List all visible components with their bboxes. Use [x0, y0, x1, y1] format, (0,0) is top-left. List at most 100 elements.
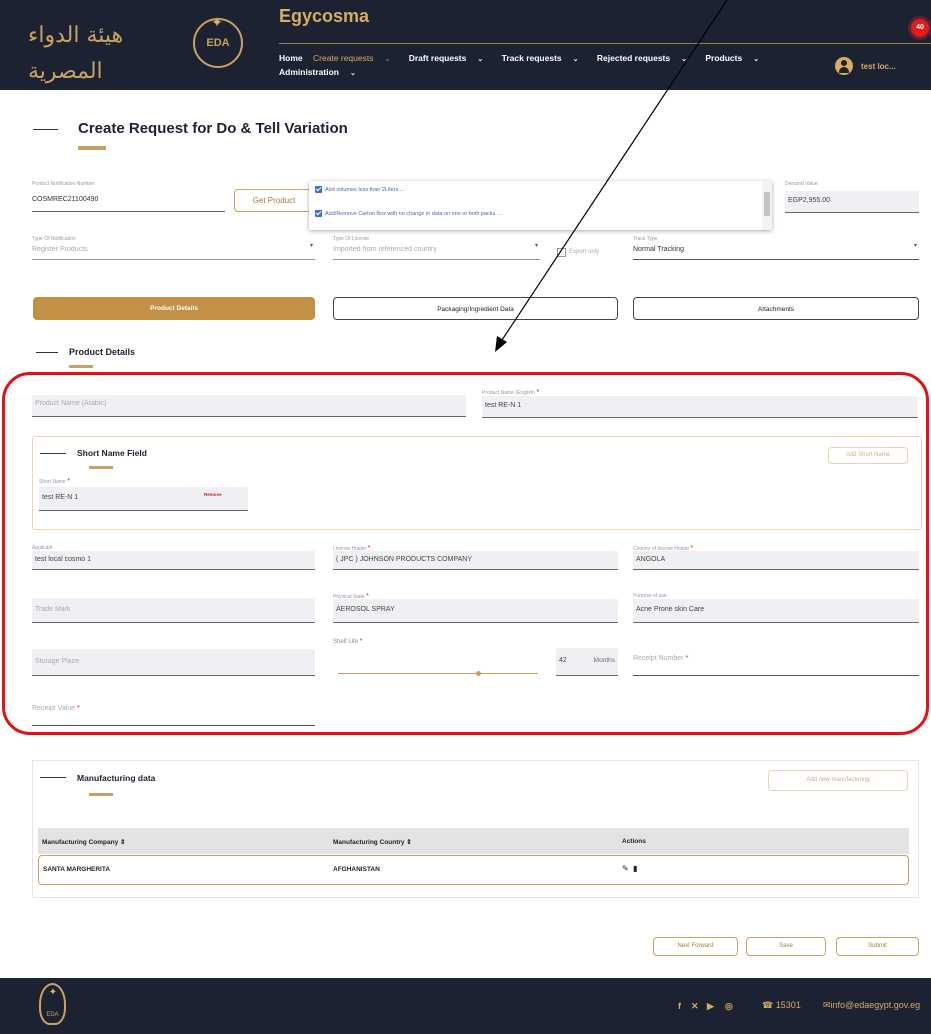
- instagram-icon[interactable]: ◎: [725, 1001, 733, 1012]
- receipt-number-field: Receipt Number *: [633, 652, 919, 676]
- notification-badge[interactable]: 40: [911, 19, 929, 37]
- page-title: Create Request for Do & Tell Variation: [78, 120, 348, 137]
- product-name-arabic-input[interactable]: Product Name (Arabic): [32, 395, 466, 417]
- storage-place-field: Storage Place: [32, 646, 315, 676]
- main-nav: Home Create requests ⌄ Draft requests ⌄ Tr…: [279, 52, 824, 80]
- remove-short-name-link[interactable]: Remove: [204, 492, 222, 497]
- shelf-life-label: Shelf Life *: [333, 638, 363, 645]
- tab-attachments[interactable]: Attachments: [633, 297, 919, 320]
- export-only-checkbox[interactable]: [557, 248, 566, 257]
- get-product-button[interactable]: Get Product: [234, 189, 314, 212]
- add-manufacturing-button[interactable]: Add new manufacturing: [768, 770, 908, 791]
- footer-phone[interactable]: ☎ 15301: [762, 1000, 801, 1011]
- footer-email[interactable]: ✉info@edaegypt.gov.eg: [823, 1000, 920, 1011]
- chevron-down-icon: ⌄: [384, 56, 391, 63]
- user-avatar-icon[interactable]: [835, 57, 853, 75]
- title-dash: [33, 129, 58, 130]
- column-header-actions: Actions: [622, 838, 646, 845]
- product-name-english-input[interactable]: test RE-N 1: [482, 396, 918, 418]
- nav-home[interactable]: Home: [279, 53, 303, 63]
- save-button[interactable]: Save: [746, 937, 826, 956]
- physical-state-field: Physical State * AEROSOL SPRAY: [333, 593, 618, 623]
- license-holder-input: ( JPC ) JOHNSON PRODUCTS COMPANY: [333, 551, 618, 570]
- shelf-life-slider-thumb[interactable]: [476, 671, 481, 676]
- receipt-number-input[interactable]: Receipt Number *: [633, 652, 919, 676]
- phone-icon: ☎: [762, 1000, 774, 1010]
- purpose-of-use-field: Purpose of use Acne Prone skin Care: [633, 593, 919, 623]
- nav-track-requests[interactable]: Track requests ⌄: [502, 53, 587, 63]
- shelf-life-input[interactable]: 42 Months: [556, 648, 618, 676]
- section-accent-bar: [69, 365, 93, 368]
- type-of-notification-field: Type Of Notification Register Products ▾: [32, 236, 315, 260]
- trash-icon[interactable]: ▮: [633, 864, 637, 873]
- section-dash: [40, 777, 66, 778]
- track-type-select[interactable]: Normal Tracking: [633, 245, 919, 260]
- short-name-section-title: Short Name Field: [77, 448, 147, 458]
- table-row: [38, 855, 909, 885]
- dropdown-scrollbar-thumb[interactable]: [764, 192, 770, 216]
- select-caret-icon: ▾: [309, 243, 313, 249]
- tab-packaging-ingredient-data[interactable]: Packaging/Ingredient Data: [333, 297, 618, 320]
- chevron-down-icon: ⌄: [477, 56, 484, 63]
- trade-mark-input[interactable]: Trade Mark: [32, 598, 315, 623]
- product-details-title: Product Details: [69, 347, 136, 357]
- track-type-field: Track Type Normal Tracking ▾: [633, 236, 919, 260]
- facebook-icon[interactable]: f: [678, 1001, 681, 1011]
- app-title: Egycosma: [279, 6, 370, 26]
- nav-rejected-requests[interactable]: Rejected requests ⌄: [597, 53, 695, 63]
- trade-mark-field: Trade Mark: [32, 595, 315, 623]
- notification-number-input[interactable]: COSMREC21100490: [32, 194, 225, 212]
- product-name-arabic-field: Product Name (Arabic): [32, 390, 466, 418]
- short-name-input[interactable]: test RE-N 1: [39, 487, 248, 511]
- twitter-icon[interactable]: ✕: [691, 1001, 699, 1012]
- applicant-input: test local cosmo 1: [32, 551, 315, 570]
- chevron-down-icon: ⌄: [753, 56, 760, 63]
- tab-product-details[interactable]: Product Details: [33, 297, 315, 320]
- variation-option-1[interactable]: Add volumes less than 2Liters ...: [315, 186, 404, 193]
- variation-option-2[interactable]: Add/Remove Carton Box with no change in …: [315, 210, 501, 217]
- demand-value-field: Demand Value EGP2,955.00: [785, 181, 919, 213]
- next-forward-button[interactable]: Next Forward: [653, 937, 738, 956]
- product-name-english-field: Product Name (English) * test RE-N 1: [482, 389, 918, 418]
- eda-emblem-logo: EDA: [193, 18, 243, 68]
- storage-place-input[interactable]: Storage Place: [32, 649, 315, 676]
- notification-number-field: Product Notification Number COSMREC21100…: [32, 181, 225, 213]
- nav-administration[interactable]: Administration ⌄: [279, 67, 364, 77]
- title-accent-bar: [78, 146, 106, 150]
- type-of-license-select[interactable]: Imported from referenced country: [333, 245, 540, 260]
- receipt-value-input[interactable]: Receipt Value *: [32, 702, 315, 726]
- edit-icon[interactable]: ✎: [622, 864, 629, 873]
- select-caret-icon: ▾: [913, 243, 917, 249]
- type-of-license-field: Type Of License Imported from referenced…: [333, 236, 540, 260]
- manufacturing-table-header: [38, 828, 909, 854]
- nav-create-requests[interactable]: Create requests ⌄: [313, 53, 398, 63]
- nav-products[interactable]: Products ⌄: [705, 53, 767, 63]
- manufacturing-company-cell: SANTA MARGHERITA: [43, 866, 111, 873]
- type-of-notification-select[interactable]: Register Products: [32, 245, 315, 260]
- license-holder-country-field: Country of license Holder * ANGOLA: [633, 545, 919, 570]
- purpose-of-use-input[interactable]: Acne Prone skin Care: [633, 599, 919, 623]
- column-header-company[interactable]: Manufacturing Company ⇕: [42, 838, 125, 846]
- submit-button[interactable]: Submit: [836, 937, 919, 956]
- add-short-name-button[interactable]: Add Short Name: [828, 447, 908, 464]
- column-header-country[interactable]: Manufacturing Country ⇕: [333, 838, 412, 846]
- manufacturing-section-title: Manufacturing data: [77, 773, 156, 783]
- section-dash: [40, 453, 66, 454]
- eda-arabic-logo: هيئة الدواء المصرية: [28, 23, 124, 84]
- nav-draft-requests[interactable]: Draft requests ⌄: [409, 53, 492, 63]
- checked-checkbox-icon: [315, 186, 322, 193]
- user-name[interactable]: test loc...: [861, 62, 896, 71]
- receipt-value-field: Receipt Value *: [32, 702, 315, 726]
- mail-icon: ✉: [823, 1000, 831, 1010]
- applicant-field: Applicant test local cosmo 1: [32, 545, 315, 570]
- demand-value-display: EGP2,955.00: [785, 191, 919, 213]
- license-holder-field: License Holder * ( JPC ) JOHNSON PRODUCT…: [333, 545, 618, 570]
- section-accent-bar: [89, 793, 113, 796]
- header-divider: [279, 43, 931, 44]
- physical-state-input[interactable]: AEROSOL SPRAY: [333, 599, 618, 623]
- shelf-life-slider-track[interactable]: [338, 673, 538, 674]
- youtube-icon[interactable]: ▶: [707, 1001, 714, 1012]
- section-dash: [36, 352, 58, 353]
- license-holder-country-input: ANGOLA: [633, 551, 919, 570]
- section-accent-bar: [89, 466, 113, 469]
